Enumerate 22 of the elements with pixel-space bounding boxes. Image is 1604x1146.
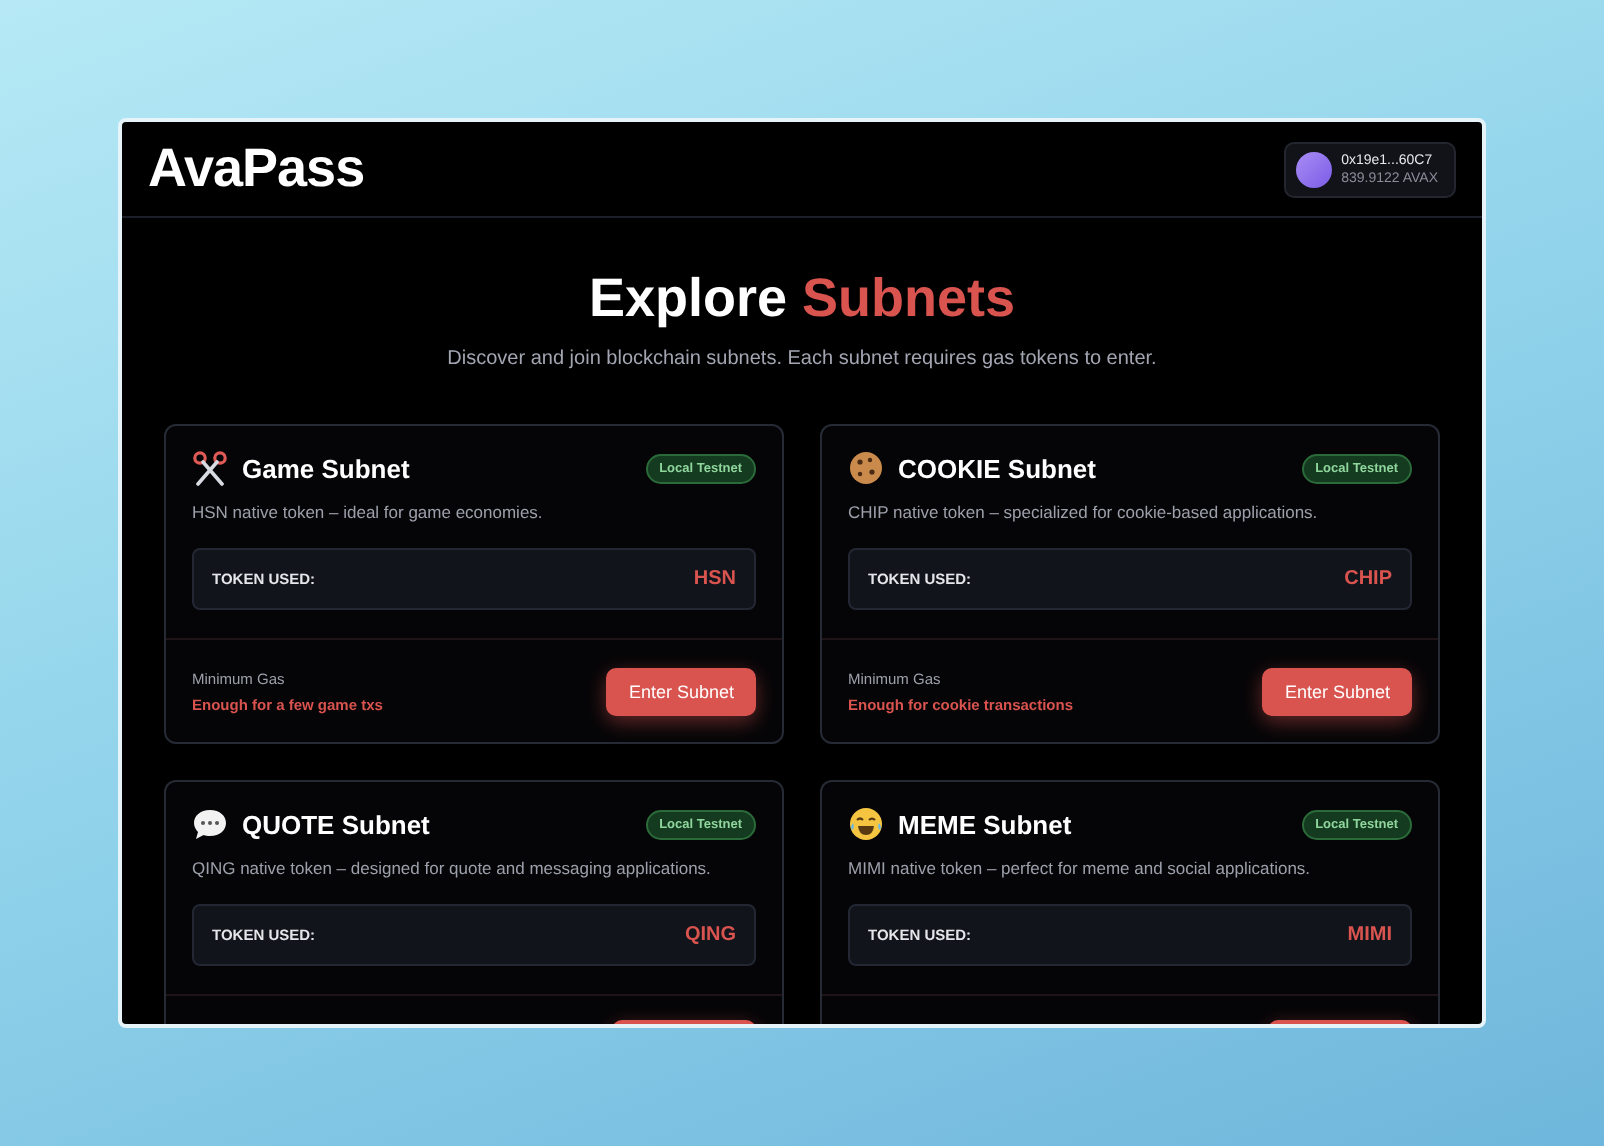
subnet-description: MIMI native token – perfect for meme and social applications. — [848, 858, 1313, 878]
laughing-face-icon — [848, 806, 884, 842]
subnet-name: MEME Subnet — [898, 809, 1072, 839]
subnet-description: HSN native token – ideal for game economies. — [192, 502, 545, 522]
page-title: Explore Subnets — [588, 268, 1016, 330]
cookie-icon — [848, 450, 884, 486]
token-symbol: MIMI — [1347, 924, 1392, 946]
speech-bubble-icon — [192, 806, 228, 842]
subnet-name: COOKIE Subnet — [898, 453, 1096, 483]
subnet-description: CHIP native token – specialized for cookie-based applications. — [848, 502, 1320, 522]
avatar-icon — [1295, 151, 1332, 187]
page-subtitle: Discover and join blockchain subnets. Each subnet requires gas tokens to enter. — [447, 348, 1157, 370]
scissors-icon — [192, 450, 228, 486]
enter-subnet-button[interactable]: Enter Subnet — [606, 667, 756, 715]
app-logo: AvaPass — [148, 138, 365, 200]
token-symbol: HSN — [693, 568, 736, 590]
token-symbol: CHIP — [1344, 568, 1392, 590]
token-symbol: QING — [684, 924, 736, 946]
enter-subnet-button[interactable]: Enter Subnet — [1262, 667, 1412, 715]
subnet-name: QUOTE Subnet — [242, 809, 430, 839]
subnet-description: QING native token – designed for quote and messaging applications. — [192, 858, 713, 878]
subnet-name: Game Subnet — [242, 453, 410, 483]
